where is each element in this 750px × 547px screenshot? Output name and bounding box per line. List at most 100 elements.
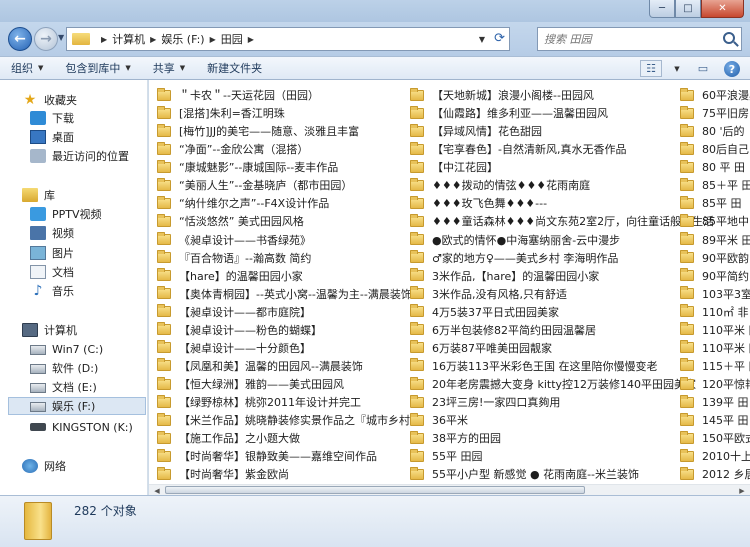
file-item[interactable]: 【绿野椋林】桃弥2011年设计并完工: [157, 393, 421, 411]
scroll-right-icon[interactable]: ▶: [736, 486, 748, 495]
nav-computer[interactable]: 计算机: [22, 321, 77, 339]
nav-drive-c[interactable]: Win7 (C:): [30, 340, 103, 358]
view-options-dropdown[interactable]: ▼: [666, 60, 688, 77]
file-item[interactable]: 6万半包装修82平简约田园温馨居: [410, 321, 714, 339]
organize-button[interactable]: 组织 ▼: [0, 57, 54, 79]
file-item[interactable]: 145平 田: [680, 411, 750, 429]
forward-button[interactable]: →: [34, 27, 58, 51]
file-item[interactable]: 3米作品,没有风格,只有舒适: [410, 285, 714, 303]
file-item[interactable]: 110平米 田: [680, 321, 750, 339]
nav-pptv[interactable]: PPTV视频: [30, 205, 102, 223]
nav-music[interactable]: ♪ 音乐: [30, 282, 74, 300]
file-item[interactable]: 55平 田园: [410, 447, 714, 465]
close-button[interactable]: ✕: [701, 0, 744, 18]
nav-drive-f[interactable]: 娱乐 (F:): [8, 397, 146, 415]
nav-videos[interactable]: 视频: [30, 224, 74, 242]
recent-pages-dropdown[interactable]: ▼: [58, 33, 64, 42]
breadcrumb-computer[interactable]: 计算机: [112, 31, 145, 47]
file-item[interactable]: 【中江花园】: [410, 158, 714, 176]
file-item[interactable]: “康城魅影”--康城国际--麦丰作品: [157, 158, 421, 176]
breadcrumb-drive[interactable]: 娱乐 (F:): [161, 31, 204, 47]
chevron-right-icon[interactable]: ▶: [150, 35, 156, 44]
file-item[interactable]: 16万装113平米彩色王国 在这里陪你慢慢变老: [410, 357, 714, 375]
nav-documents[interactable]: 文档: [30, 263, 74, 281]
file-item[interactable]: 【施工作品】之小题大做: [157, 429, 421, 447]
file-item[interactable]: [混搭]朱利=香江明珠: [157, 104, 421, 122]
address-bar[interactable]: ▶ 计算机 ▶ 娱乐 (F:) ▶ 田园 ▶ ▼ ⟳: [66, 27, 510, 51]
file-item[interactable]: 36平米: [410, 411, 714, 429]
file-item[interactable]: 90平欧韵: [680, 249, 750, 267]
nav-favorites[interactable]: ★ 收藏夹: [22, 91, 77, 109]
file-item[interactable]: 20年老房震撼大变身 kitty控12万装修140平田园美家: [410, 375, 714, 393]
file-item[interactable]: ●欧式的情怀●中海塞纳丽舍-云中漫步: [410, 231, 714, 249]
file-item[interactable]: 2012 乡居: [680, 465, 750, 483]
file-item[interactable]: 55平小户型 新感觉 ● 花雨南庭--米兰装饰: [410, 465, 714, 483]
file-item[interactable]: 2010十上: [680, 447, 750, 465]
file-item[interactable]: ♂家的地方♀——美式乡村 李海明作品: [410, 249, 714, 267]
file-item[interactable]: 【凤凰和美】温馨的田园风--满晨装饰: [157, 357, 421, 375]
file-item[interactable]: ♦♦♦拨动的情弦♦♦♦花雨南庭: [410, 176, 714, 194]
file-item[interactable]: 3米作品,【hare】的温馨田园小家: [410, 267, 714, 285]
file-item[interactable]: “净面”--金欣公寓（混搭）: [157, 140, 421, 158]
minimize-button[interactable]: ─: [649, 0, 675, 18]
file-item[interactable]: 【仙霞路】维多利亚——温馨田园风: [410, 104, 714, 122]
file-item[interactable]: 150平欧式: [680, 429, 750, 447]
change-view-button[interactable]: ☷: [640, 60, 662, 77]
file-item[interactable]: 4万5装37平日式田园美家: [410, 303, 714, 321]
include-in-library-button[interactable]: 包含到库中 ▼: [54, 57, 141, 79]
help-button[interactable]: ?: [724, 61, 740, 77]
file-item[interactable]: 【米兰作品】姚晓静装修实景作品之『城市乡村』: [157, 411, 421, 429]
file-item[interactable]: 《昶卓设计——书香绿苑》: [157, 231, 421, 249]
maximize-button[interactable]: □: [675, 0, 701, 18]
nav-recent[interactable]: 最近访问的位置: [30, 147, 129, 165]
file-item[interactable]: 【奥体青桐园】--英式小窝--温馨为主--满晨装饰: [157, 285, 421, 303]
search-input[interactable]: [544, 32, 714, 46]
file-item[interactable]: 103平3室: [680, 285, 750, 303]
file-item[interactable]: 80后自己: [680, 140, 750, 158]
chevron-right-icon[interactable]: ▶: [210, 35, 216, 44]
file-item[interactable]: 115＋平 田: [680, 357, 750, 375]
file-item[interactable]: “美丽人生”--金基晓庐（都市田园）: [157, 176, 421, 194]
file-item[interactable]: 38平方的田园: [410, 429, 714, 447]
file-item[interactable]: 【昶卓设计——粉色的蝴蝶】: [157, 321, 421, 339]
file-item[interactable]: 【hare】的温馨田园小家: [157, 267, 421, 285]
file-item[interactable]: ♦♦♦童话森林♦♦♦尚文东苑2室2厅，向往童话般的生活: [410, 212, 714, 230]
nav-desktop[interactable]: 桌面: [30, 128, 74, 146]
file-item[interactable]: ＂卡农＂--天运花园（田园）: [157, 86, 421, 104]
scroll-left-icon[interactable]: ◀: [151, 486, 163, 495]
file-item[interactable]: 【宅享春色】-自然清新风,真水无香作品: [410, 140, 714, 158]
share-button[interactable]: 共享 ▼: [142, 57, 196, 79]
scroll-thumb[interactable]: [165, 486, 585, 494]
nav-drive-e[interactable]: 文档 (E:): [30, 378, 97, 396]
address-dropdown-icon[interactable]: ▼: [479, 35, 485, 44]
search-icon[interactable]: [723, 32, 735, 44]
file-item[interactable]: [梅竹]JJ的美宅——随意、淡雅且丰富: [157, 122, 421, 140]
file-item[interactable]: 80 '后的: [680, 122, 750, 140]
file-item[interactable]: ♦♦♦玫飞色舞♦♦♦---: [410, 194, 714, 212]
refresh-icon[interactable]: ⟳: [494, 31, 505, 46]
chevron-right-icon[interactable]: ▶: [248, 35, 254, 44]
file-item[interactable]: 80 平 田: [680, 158, 750, 176]
file-item[interactable]: 【时尚奢华】紫金欧尚: [157, 465, 421, 483]
horizontal-scrollbar[interactable]: ◀ ▶: [149, 484, 750, 495]
file-item[interactable]: 【天地新城】浪漫小阁楼--田园风: [410, 86, 714, 104]
nav-drive-k[interactable]: KINGSTON (K:): [30, 418, 133, 436]
file-item[interactable]: 85平地中: [680, 212, 750, 230]
search-box[interactable]: [537, 27, 742, 51]
file-item[interactable]: “纳什维尔之声”--F4X设计作品: [157, 194, 421, 212]
file-item[interactable]: 6万装87平唯美田园靓家: [410, 339, 714, 357]
file-item[interactable]: 89平米 田: [680, 231, 750, 249]
file-item[interactable]: 【昶卓设计——十分颜色】: [157, 339, 421, 357]
nav-drive-d[interactable]: 软件 (D:): [30, 359, 98, 377]
nav-libraries[interactable]: 库: [22, 186, 55, 204]
new-folder-button[interactable]: 新建文件夹: [196, 57, 273, 79]
nav-network[interactable]: 网络: [22, 457, 66, 475]
file-item[interactable]: 120平惊艳: [680, 375, 750, 393]
file-item[interactable]: 110平米 田: [680, 339, 750, 357]
file-item[interactable]: “恬淡悠然” 美式田园风格: [157, 212, 421, 230]
nav-downloads[interactable]: 下载: [30, 109, 74, 127]
file-item[interactable]: 【恒大绿洲】雅韵——美式田园风: [157, 375, 421, 393]
nav-pictures[interactable]: 图片: [30, 244, 74, 262]
file-item[interactable]: 110㎡ 非: [680, 303, 750, 321]
file-item[interactable]: 75平旧房: [680, 104, 750, 122]
